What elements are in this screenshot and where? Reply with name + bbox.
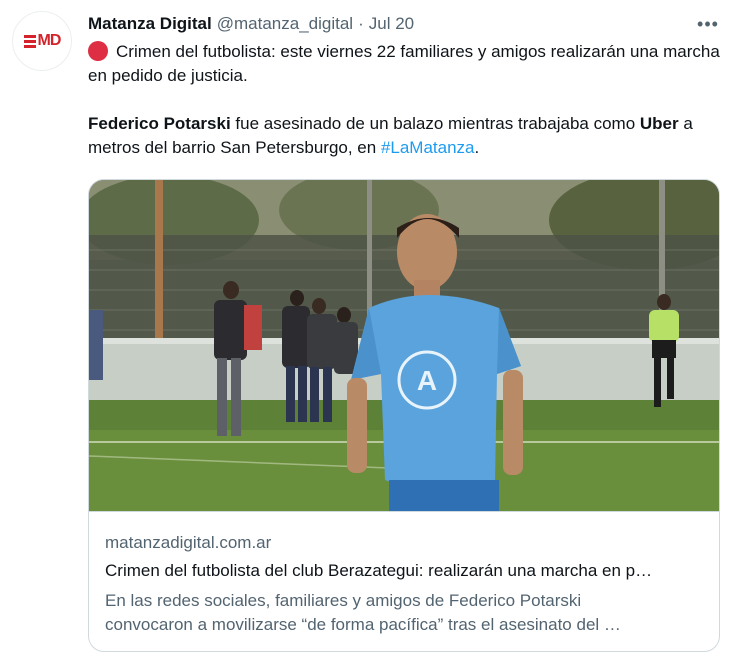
card-description: En las redes sociales, familiares y amig… bbox=[105, 589, 703, 637]
card-domain: matanzadigital.com.ar bbox=[105, 533, 272, 552]
logo-stripes bbox=[23, 34, 36, 48]
matanza-digital-logo: MD bbox=[23, 32, 62, 50]
card-description-line2: convocaron a movilizarse “de forma pacíf… bbox=[105, 615, 621, 634]
card-description-line1: En las redes sociales, familiares y amig… bbox=[105, 591, 582, 610]
football-player-photo[interactable]: A bbox=[89, 180, 719, 511]
tweet[interactable]: MD Matanza Digital @matanza_digital · Ju… bbox=[0, 0, 738, 656]
author-name[interactable]: Matanza Digital bbox=[88, 14, 212, 34]
author-handle[interactable]: @matanza_digital bbox=[217, 14, 353, 34]
tweet-paragraph-2: Federico Potarski fue asesinado de un ba… bbox=[88, 112, 724, 160]
hashtag-link[interactable]: #LaMatanza bbox=[381, 138, 475, 157]
more-horizontal-icon[interactable]: ••• bbox=[696, 12, 720, 36]
svg-text:A: A bbox=[417, 365, 437, 396]
card-title: Crimen del futbolista del club Berazateg… bbox=[105, 561, 653, 580]
tweet-bold-name: Federico Potarski bbox=[88, 114, 231, 133]
link-card[interactable]: A matanzadigital.com.ar Crimen del futbo… bbox=[88, 179, 720, 652]
avatar[interactable]: MD bbox=[12, 11, 72, 71]
red-circle-icon bbox=[88, 41, 108, 61]
tweet-date[interactable]: Jul 20 bbox=[369, 14, 414, 34]
tweet-text: Crimen del futbolista: este viernes 22 f… bbox=[88, 40, 724, 160]
tweet-text-part: fue asesinado de un balazo mientras trab… bbox=[230, 114, 640, 133]
tweet-header: Matanza Digital @matanza_digital · Jul 2… bbox=[88, 12, 414, 36]
tweet-text-end: . bbox=[474, 138, 480, 157]
logo-text: MD bbox=[37, 32, 62, 49]
separator-dot: · bbox=[358, 14, 364, 33]
tweet-text-line1: Crimen del futbolista: este viernes 22 f… bbox=[88, 42, 720, 85]
tweet-paragraph-1: Crimen del futbolista: este viernes 22 f… bbox=[88, 40, 724, 88]
tweet-bold-uber: Uber bbox=[639, 114, 679, 133]
card-meta[interactable]: matanzadigital.com.ar Crimen del futboli… bbox=[89, 511, 719, 651]
